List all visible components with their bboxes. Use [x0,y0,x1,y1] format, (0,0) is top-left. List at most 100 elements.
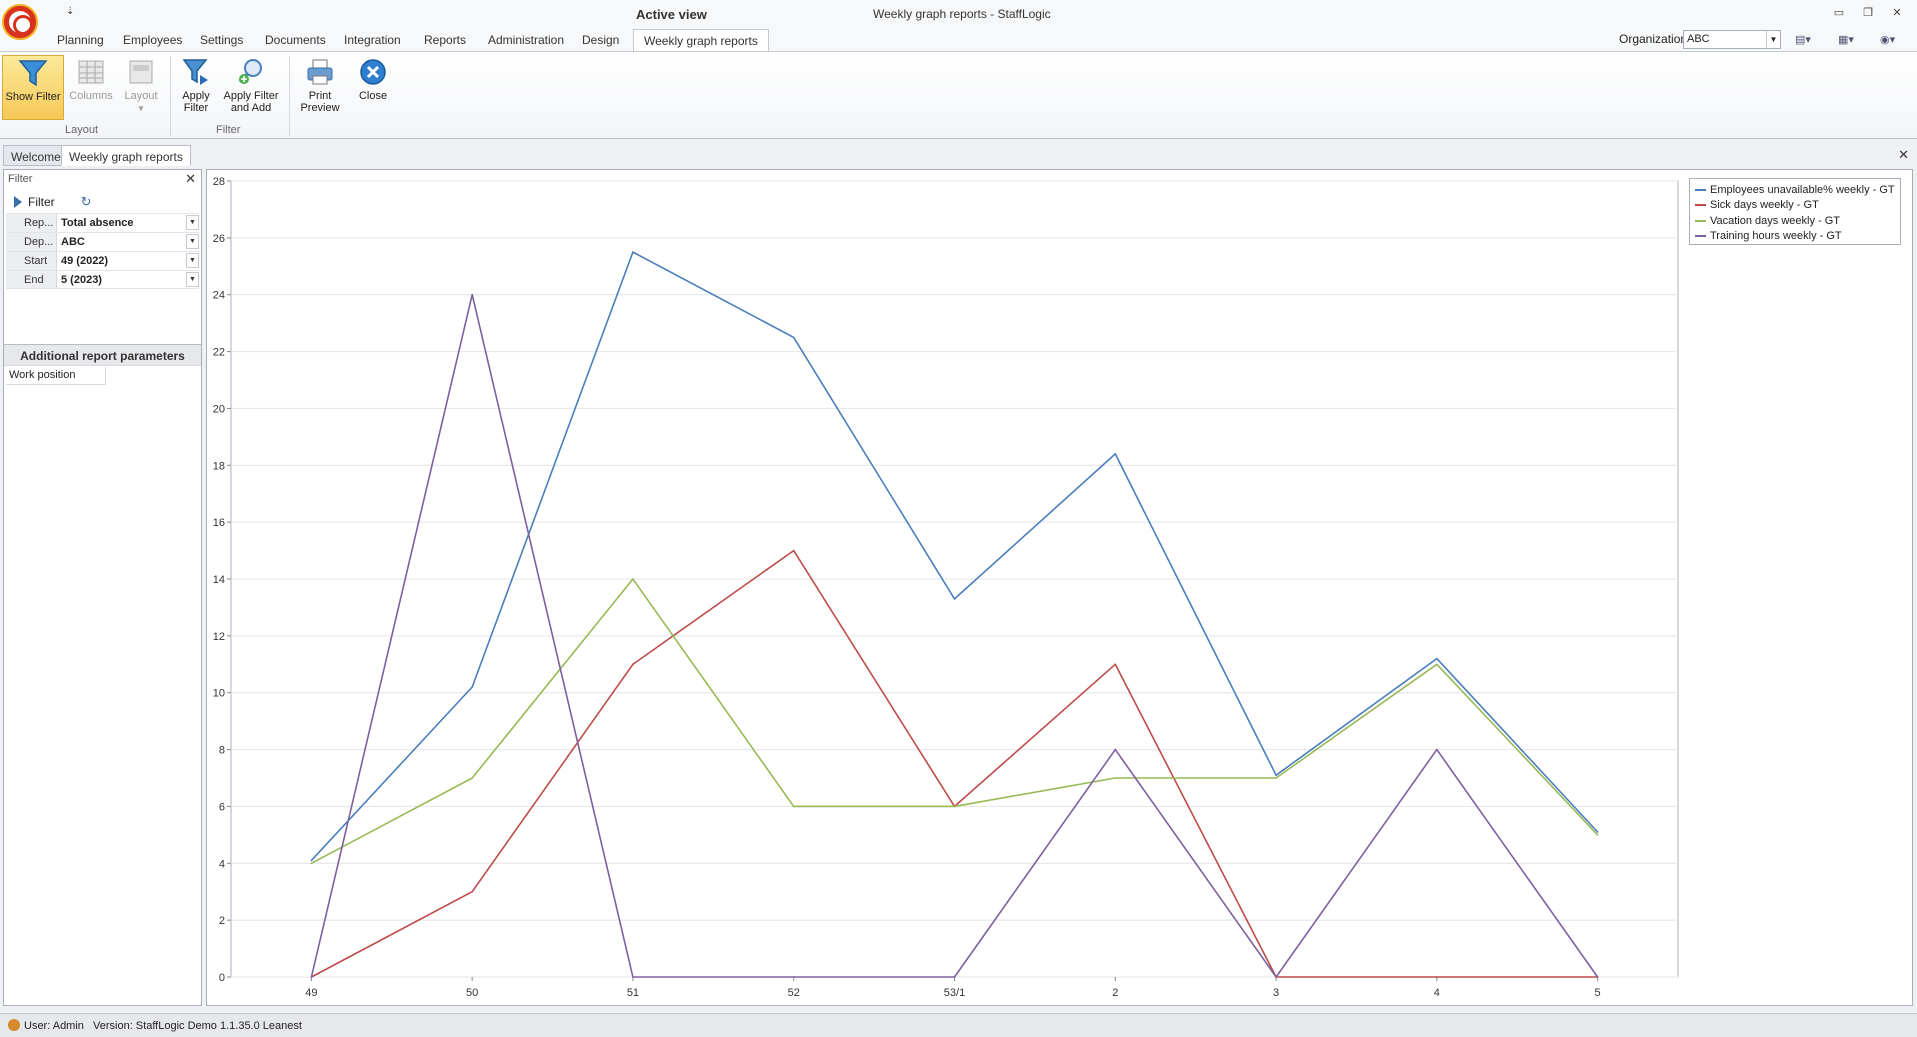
columns-button[interactable]: Columns [68,55,114,120]
play-icon[interactable] [14,195,22,208]
chevron-down-icon[interactable]: ▼ [1766,31,1780,48]
data-point [792,336,795,339]
tab-reports[interactable]: Reports [424,33,466,47]
funnel-icon [18,60,48,87]
report-select[interactable]: Total absence ▼ [56,214,199,232]
ribbon-tab-strip: Planning Employees Settings Documents In… [0,29,1917,52]
close-filter-icon[interactable]: ✕ [185,171,196,187]
user-icon [8,1019,20,1031]
work-position-field[interactable]: Work position [6,367,106,385]
window-title: Weekly graph reports - StaffLogic [873,7,1051,21]
ribbon-separator [170,56,171,136]
y-tick-label: 2 [219,915,225,927]
tab-design[interactable]: Design [582,33,619,47]
chevron-down-icon[interactable]: ▼ [186,253,199,268]
y-tick-label: 22 [213,347,225,359]
filter-run-button[interactable]: Filter [28,195,55,209]
report-value: Total absence [61,217,134,229]
clipboard-icon[interactable]: ▤▾ [1795,33,1811,46]
data-point [471,686,473,688]
x-tick-label: 50 [466,987,478,999]
legend-label: Sick days weekly - GT [1710,199,1819,212]
start-week-select[interactable]: 49 (2022) ▼ [56,252,199,270]
quick-access-dropdown-icon[interactable]: ⇣ [66,6,74,17]
status-version: Version: StaffLogic Demo 1.1.35.0 Leanes… [93,1020,302,1032]
department-select[interactable]: ABC ▼ [56,233,199,251]
tab-employees[interactable]: Employees [123,33,182,47]
close-window-icon[interactable]: ✕ [1889,6,1905,20]
close-tab-icon[interactable]: ✕ [1898,147,1909,163]
filter-row-label: Rep... [6,214,56,232]
y-tick-label: 10 [213,688,225,700]
tab-integration[interactable]: Integration [344,33,401,47]
organization-select[interactable]: ABC ▼ [1683,30,1781,49]
filter-row-end[interactable]: End 5 (2023) ▼ [6,270,199,289]
tab-weekly-graph-reports[interactable]: Weekly graph reports [633,29,769,52]
apply-filter-button[interactable]: Apply Filter [175,55,217,120]
show-filter-label: Show Filter [5,91,61,103]
show-filter-button[interactable]: Show Filter [2,55,64,120]
layout-button[interactable]: Layout ▼ [118,55,164,120]
x-tick-label: 5 [1595,987,1601,999]
data-point [1275,976,1277,978]
x-tick-label: 2 [1112,987,1118,999]
x-tick-label: 4 [1434,987,1440,999]
data-point [1436,657,1438,660]
filter-row-report[interactable]: Rep... Total absence ▼ [6,213,199,232]
tab-planning[interactable]: Planning [57,33,104,47]
chevron-down-icon[interactable]: ▼ [186,234,199,249]
legend-item: Training hours weekly - GT [1695,229,1895,245]
legend-swatch [1695,219,1706,222]
data-point [792,976,795,978]
minimize-icon[interactable]: ▭ [1831,6,1847,20]
data-point [1275,774,1277,776]
data-point [471,777,473,779]
active-view-label: Active view [636,7,707,22]
close-button[interactable]: Close [351,55,395,120]
y-tick-label: 14 [213,574,225,586]
legend-swatch [1695,204,1706,207]
line-chart: 024681012141618202224262849 50 51 52 53/1 2 3 4… [213,176,1679,999]
refresh-icon[interactable]: ↻ [81,194,92,210]
app-logo[interactable] [2,4,38,40]
close-label: Close [358,90,388,102]
print-preview-button[interactable]: Print Preview [295,55,345,120]
doc-tab-welcome[interactable]: Welcome [3,145,69,166]
close-circle-icon [360,59,386,85]
chevron-down-icon[interactable]: ▼ [186,215,199,230]
x-tick-label: 52 [788,987,800,999]
end-week-select[interactable]: 5 (2023) ▼ [56,271,199,288]
help-icon[interactable]: ◉▾ [1880,33,1895,46]
legend-swatch [1695,188,1706,191]
data-point [632,578,634,580]
filter-row-start[interactable]: Start 49 (2022) ▼ [6,251,199,270]
group-label-filter: Filter [216,124,241,136]
filter-row-label: Dep... [6,233,56,251]
y-tick-label: 8 [219,745,225,757]
data-point [1114,663,1117,666]
apply-filter-and-add-button[interactable]: Apply Filter and Add [221,55,281,120]
y-tick-label: 16 [213,517,225,529]
data-point [1436,976,1438,978]
restore-icon[interactable]: ❐ [1860,6,1876,20]
data-point [792,549,795,552]
tab-settings[interactable]: Settings [200,33,243,47]
layout-label: Layout [124,90,158,102]
filter-panel-header: Filter ✕ [4,170,201,190]
filter-row-department[interactable]: Dep... ABC ▼ [6,232,199,251]
windows-icon[interactable]: ▦▾ [1838,33,1854,46]
data-point [1436,748,1438,751]
tab-documents[interactable]: Documents [265,33,326,47]
filter-row-label: Start [6,252,56,270]
tab-administration[interactable]: Administration [488,33,564,47]
layout-icon [129,60,153,84]
chart-legend: Employees unavailable% weekly - GT Sick … [1689,178,1901,245]
apply-filter-and-add-label: Apply Filter and Add [223,90,279,114]
data-point [1275,777,1277,779]
data-point [632,663,634,666]
chevron-down-icon[interactable]: ▼ [186,272,199,287]
organization-value: ABC [1687,33,1710,45]
x-tick-label: 3 [1273,987,1279,999]
apply-filter-label: Apply Filter [182,90,210,114]
doc-tab-weekly-graph-reports[interactable]: Weekly graph reports [61,145,191,166]
